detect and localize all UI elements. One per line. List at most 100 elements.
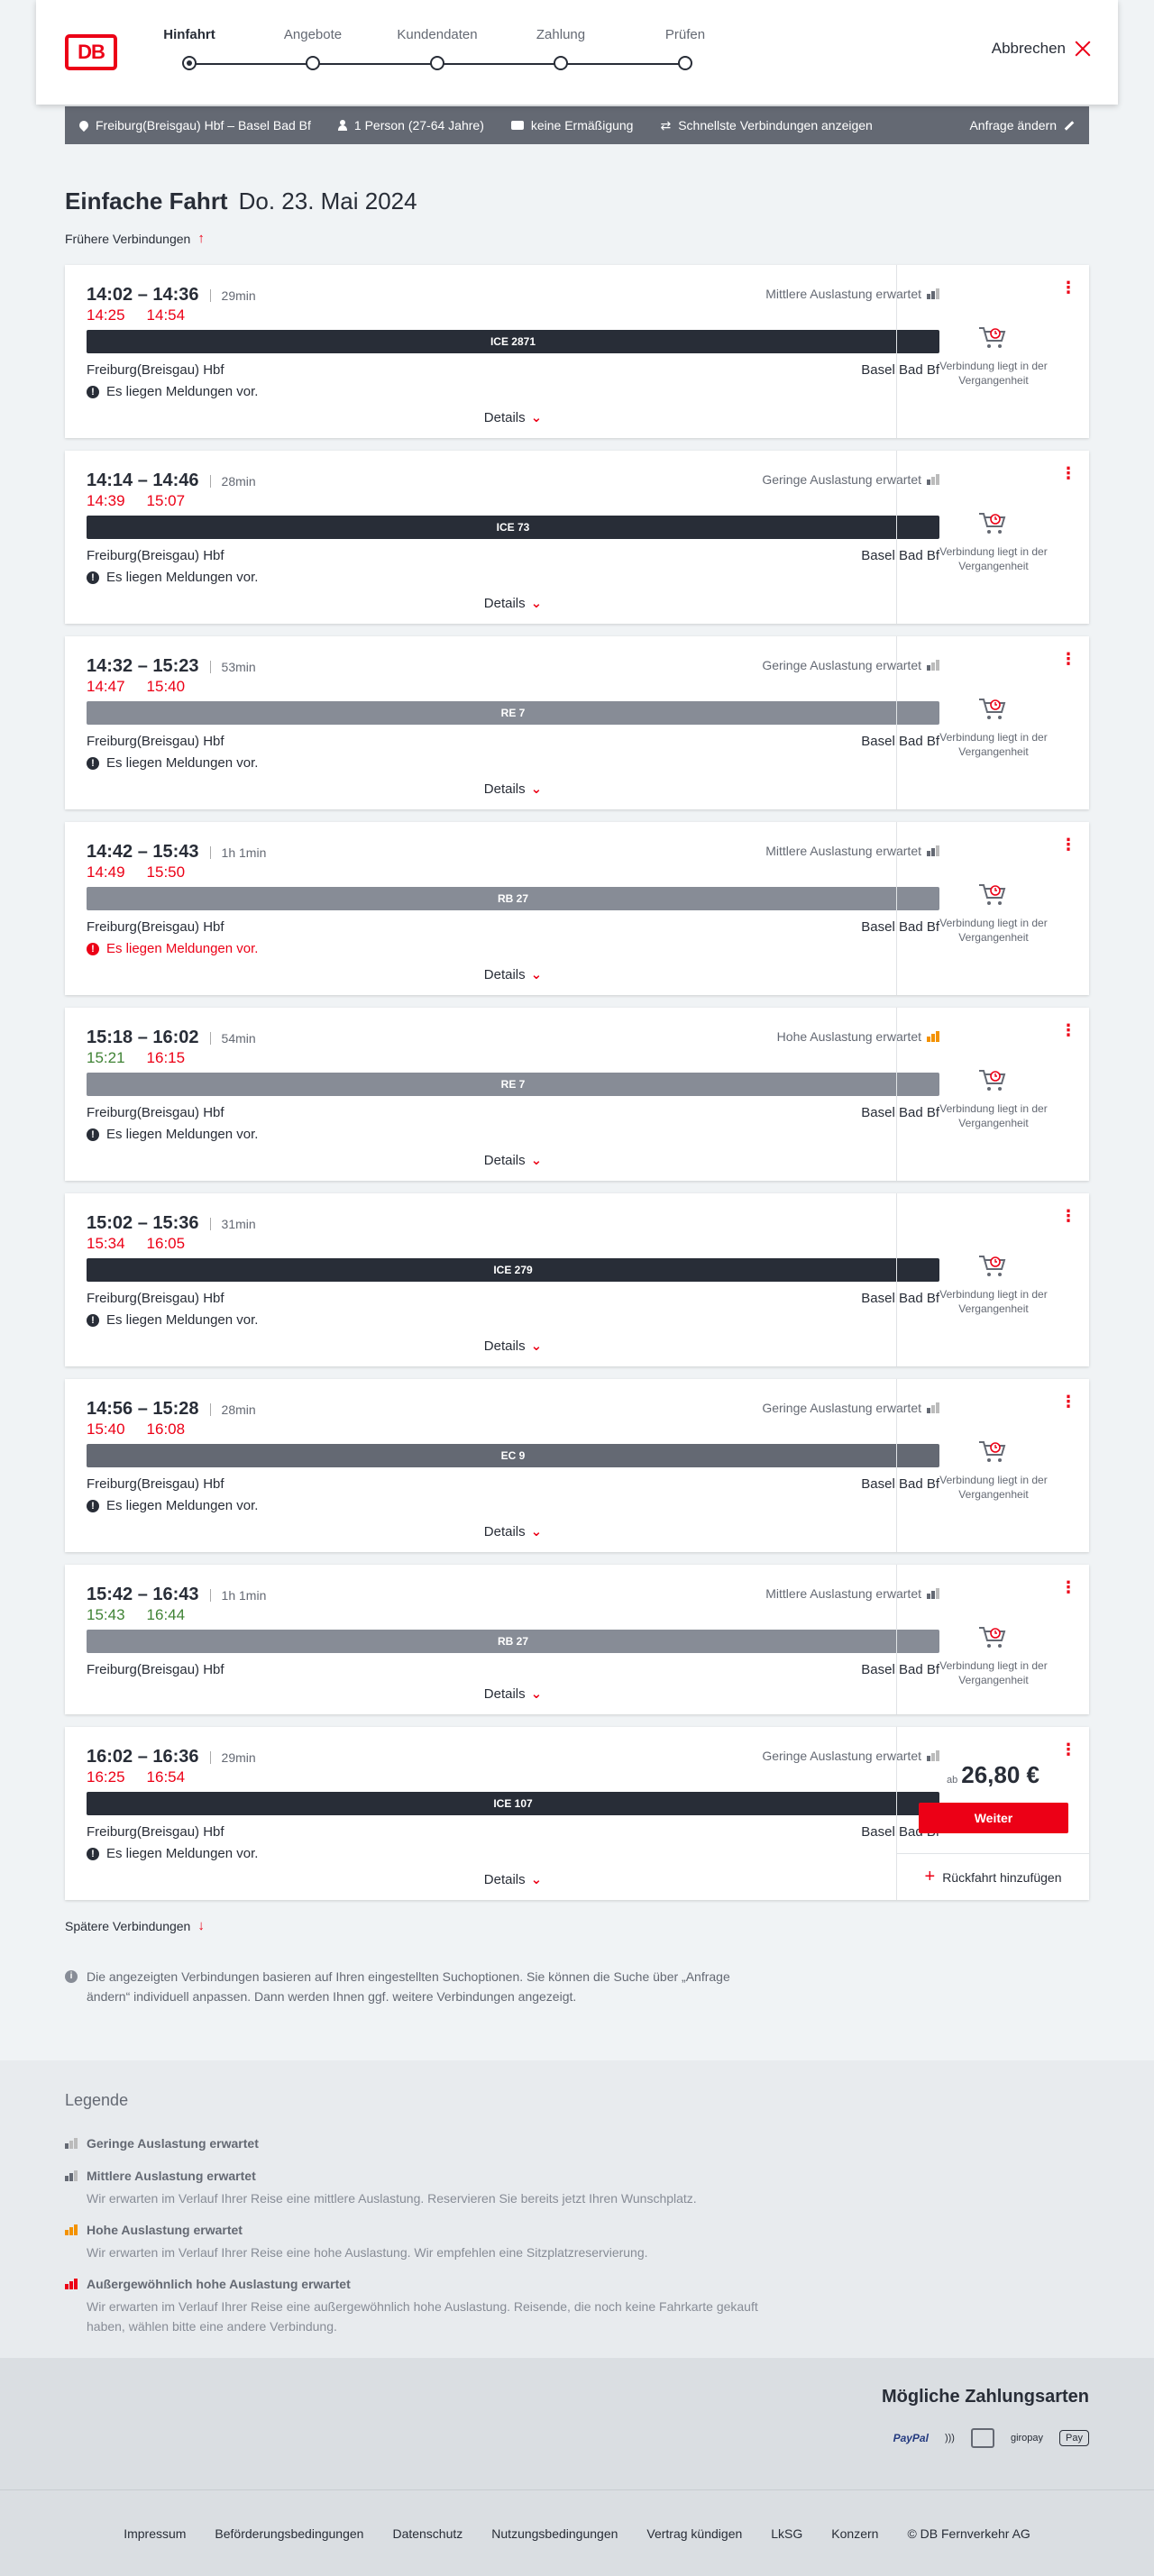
legend-item-title: Mittlere Auslastung erwartet [87, 2169, 256, 2183]
details-toggle[interactable]: Details ⌄ [87, 1685, 939, 1702]
realtime-departure: 16:25 [87, 1768, 125, 1786]
train-bar[interactable]: ICE 279 [87, 1258, 939, 1282]
step-kundendaten[interactable]: Kundendaten [374, 27, 500, 70]
footer-link-konzern[interactable]: Konzern [831, 2526, 878, 2541]
route-info: Freiburg(Breisgau) Hbf – Basel Bad Bf [77, 118, 311, 132]
train-bar[interactable]: ICE 107 [87, 1792, 939, 1815]
connection-main: 14:32 – 15:23 53min 14:47 15:40 Geringe Au… [87, 636, 939, 809]
giropay-logo: giropay [1011, 2425, 1043, 2452]
train-bar[interactable]: RB 27 [87, 887, 939, 910]
realtime-departure: 14:49 [87, 863, 125, 881]
more-options-icon[interactable]: ⋮ [1060, 836, 1076, 853]
legend-item-high: Hohe Auslastung erwartet Wir erwarten im … [65, 2223, 786, 2262]
more-options-icon[interactable]: ⋮ [1060, 1579, 1076, 1595]
header: DB Hinfahrt Angebote Kundendaten Zahlung… [36, 0, 1118, 105]
connection-times: 15:18 – 16:02 54min [87, 1028, 256, 1048]
earlier-connections-link[interactable]: Frühere Verbindungen ↑ [65, 231, 205, 246]
legend-section: Legende Geringe Auslastung erwartet Mitt… [0, 2060, 1154, 2358]
train-bar[interactable]: RE 7 [87, 701, 939, 725]
step-dot [430, 56, 444, 70]
connection-card[interactable]: 14:14 – 14:46 28min 14:39 15:07 Geringe Au… [65, 451, 1089, 624]
realtime-departure: 15:40 [87, 1420, 125, 1438]
more-options-icon[interactable]: ⋮ [1060, 279, 1076, 296]
change-request-button[interactable]: Anfrage ändern [969, 118, 1075, 132]
footer-link-befoerderung[interactable]: Beförderungsbedingungen [215, 2526, 363, 2541]
details-toggle[interactable]: Details ⌄ [87, 595, 939, 611]
details-label: Details [483, 410, 526, 425]
details-toggle[interactable]: Details ⌄ [87, 966, 939, 982]
details-toggle[interactable]: Details ⌄ [87, 781, 939, 797]
footer-link-vertrag[interactable]: Vertrag kündigen [646, 2526, 742, 2541]
train-bar[interactable]: ICE 73 [87, 516, 939, 539]
connection-offer: ⋮ Verbindung liegt in der Vergangenheit [896, 1193, 1089, 1366]
details-toggle[interactable]: Details ⌄ [87, 409, 939, 425]
fastest-toggle[interactable]: ⇄ Schnellste Verbindungen anzeigen [660, 118, 872, 132]
cart-clock-icon [979, 1070, 1006, 1091]
message-notice: ! Es liegen Meldungen vor. [87, 1127, 258, 1142]
cancel-button[interactable]: Abbrechen [992, 40, 1091, 58]
exclamation-icon: ! [87, 571, 99, 584]
connection-card[interactable]: 14:42 – 15:43 1h 1min 14:49 15:50 Mittlere… [65, 822, 1089, 995]
connection-card[interactable]: 14:02 – 14:36 29min 14:25 14:54 Mittlere A… [65, 265, 1089, 438]
footer-link-impressum[interactable]: Impressum [124, 2526, 186, 2541]
discount-info: keine Ermäßigung [510, 118, 633, 132]
legend-item-medium: Mittlere Auslastung erwartet Wir erwarten… [65, 2169, 786, 2208]
legend-item-desc: Wir erwarten im Verlauf Ihrer Reise eine… [87, 2299, 758, 2334]
legend-item-low: Geringe Auslastung erwartet [65, 2136, 786, 2151]
connection-card[interactable]: 14:56 – 15:28 28min 15:40 16:08 Geringe Au… [65, 1379, 1089, 1552]
connection-card[interactable]: 14:32 – 15:23 53min 14:47 15:40 Geringe Au… [65, 636, 1089, 809]
past-connection-note: Verbindung liegt in der Vergangenheit [939, 1288, 1048, 1315]
more-options-icon[interactable]: ⋮ [1060, 1022, 1076, 1038]
train-bar[interactable]: RE 7 [87, 1073, 939, 1096]
step-angebote[interactable]: Angebote [250, 27, 376, 70]
departure-station: Freiburg(Breisgau) Hbf [87, 1662, 224, 1677]
connection-card[interactable]: 15:18 – 16:02 54min 15:21 16:15 Hohe Ausla… [65, 1008, 1089, 1181]
connection-main: 14:42 – 15:43 1h 1min 14:49 15:50 Mittlere… [87, 822, 939, 995]
realtime-departure: 14:47 [87, 678, 125, 695]
more-options-icon[interactable]: ⋮ [1060, 1393, 1076, 1410]
db-logo[interactable]: DB [65, 34, 117, 70]
details-label: Details [483, 781, 526, 797]
step-label: Prüfen [664, 27, 706, 42]
later-connections-link[interactable]: Spätere Verbindungen ↓ [65, 1918, 205, 1933]
message-notice: ! Es liegen Meldungen vor. [87, 941, 258, 956]
train-bar[interactable]: ICE 2871 [87, 330, 939, 353]
connection-card[interactable]: 15:42 – 16:43 1h 1min 15:43 16:44 Mittlere… [65, 1565, 1089, 1714]
past-connection-note: Verbindung liegt in der Vergangenheit [939, 360, 1048, 387]
chevron-down-icon: ⌄ [530, 1338, 543, 1354]
step-pruefen[interactable]: Prüfen [622, 27, 748, 70]
realtime-departure: 14:39 [87, 492, 125, 509]
step-label: Zahlung [536, 27, 586, 42]
exclamation-icon: ! [87, 1313, 99, 1327]
realtime-arrival: 15:07 [146, 492, 186, 509]
cart-clock-icon [979, 1256, 1006, 1276]
connection-times: 15:02 – 15:36 31min [87, 1213, 256, 1234]
cart-clock-icon [979, 327, 1006, 348]
persons-text: 1 Person (27-64 Jahre) [353, 118, 484, 132]
step-hinfahrt[interactable]: Hinfahrt [126, 27, 252, 70]
more-options-icon[interactable]: ⋮ [1060, 651, 1076, 667]
step-label: Kundendaten [397, 27, 478, 42]
more-options-icon[interactable]: ⋮ [1060, 1208, 1076, 1224]
weiter-button[interactable]: Weiter [919, 1803, 1068, 1833]
footer-link-datenschutz[interactable]: Datenschutz [392, 2526, 463, 2541]
add-return-button[interactable]: + Rückfahrt hinzufügen [897, 1853, 1089, 1900]
train-bar[interactable]: RB 27 [87, 1630, 939, 1653]
details-toggle[interactable]: Details ⌄ [87, 1152, 939, 1168]
more-options-icon[interactable]: ⋮ [1060, 465, 1076, 481]
train-bar[interactable]: EC 9 [87, 1444, 939, 1467]
details-toggle[interactable]: Details ⌄ [87, 1523, 939, 1539]
connection-times: 15:42 – 16:43 1h 1min [87, 1585, 266, 1605]
details-toggle[interactable]: Details ⌄ [87, 1871, 939, 1887]
connection-card[interactable]: 15:02 – 15:36 31min 15:34 16:05 ICE 279 Fr… [65, 1193, 1089, 1366]
step-zahlung[interactable]: Zahlung [498, 27, 624, 70]
chevron-down-icon: ⌄ [530, 781, 543, 797]
planned-times: 14:14 – 14:46 [87, 470, 199, 490]
footer-link-lksg[interactable]: LkSG [771, 2526, 802, 2541]
connection-card[interactable]: 16:02 – 16:36 29min 16:25 16:54 Geringe Au… [65, 1727, 1089, 1900]
departure-station: Freiburg(Breisgau) Hbf [87, 362, 224, 378]
more-options-icon[interactable]: ⋮ [1060, 1741, 1076, 1758]
chevron-down-icon: ⌄ [530, 410, 543, 425]
footer-link-nutzung[interactable]: Nutzungsbedingungen [491, 2526, 618, 2541]
details-toggle[interactable]: Details ⌄ [87, 1338, 939, 1354]
